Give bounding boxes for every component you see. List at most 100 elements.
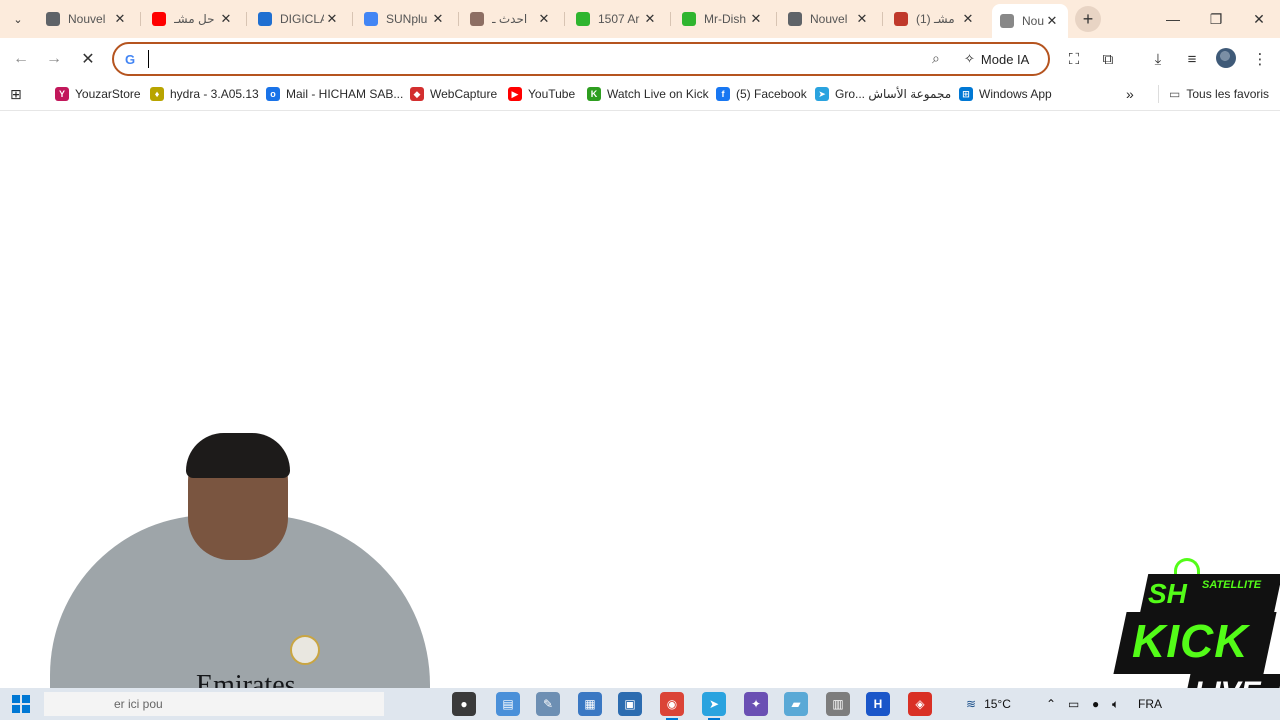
bookmark-item[interactable]: f (5) Facebook (716, 85, 807, 103)
calculator-icon[interactable]: ▦ (578, 692, 602, 716)
minimize-button[interactable]: — (1162, 8, 1184, 30)
bookmark-item[interactable]: Y YouzarStore (55, 85, 141, 103)
badge-satellite-text: SATELLITE (1202, 579, 1262, 591)
tab-close-icon[interactable]: ✕ (324, 11, 340, 27)
chevron-up-icon: ⌃ (1046, 697, 1057, 711)
restore-icon: ❐ (1209, 10, 1223, 27)
tab-close-icon[interactable]: ✕ (1044, 13, 1060, 29)
tab-close-icon[interactable]: ✕ (854, 11, 870, 27)
forward-button[interactable]: → (42, 47, 66, 71)
tab-close-icon[interactable]: ✕ (642, 11, 658, 27)
all-bookmarks-button[interactable]: ▭ Tous les favoris (1158, 85, 1269, 103)
chrome-icon (788, 12, 802, 26)
downloads-button[interactable]: ⤓ (1147, 48, 1169, 70)
media-control-button[interactable]: ≡ (1181, 48, 1203, 70)
bookmark-label: Gro... مجموعة الأساش (835, 87, 952, 101)
mode-ia-label: Mode IA (980, 51, 1030, 67)
archive-icon[interactable]: ▥ (826, 692, 850, 716)
bookmark-item[interactable]: o Mail - HICHAM SAB... (266, 85, 403, 103)
browser-tab[interactable]: (1) مشـ ✕ (886, 4, 984, 34)
youtube-icon (152, 12, 166, 26)
telegram-icon[interactable]: ➤ (702, 692, 726, 720)
back-button[interactable]: ← (9, 47, 33, 71)
chrome-icon (46, 12, 60, 26)
bookmark-item[interactable]: ◆ WebCapture (410, 85, 497, 103)
bookmark-item[interactable]: ➤ Gro... مجموعة الأساش (815, 85, 951, 103)
taskbar-search[interactable]: er ici pou (44, 692, 384, 716)
browser-tab[interactable]: SUNplu ✕ (356, 4, 454, 34)
volume-icon[interactable]: 🔈︎ (1112, 694, 1119, 714)
cookie-icon (470, 12, 484, 26)
folder-icon: ▭ (1169, 87, 1181, 101)
star-app-icon[interactable]: ✦ (744, 692, 768, 716)
profile-avatar[interactable] (1216, 48, 1236, 68)
bird-icon (894, 12, 908, 26)
tab-separator (458, 12, 459, 26)
bookmark-item[interactable]: ⊞ Windows App (959, 85, 1052, 103)
address-input[interactable] (146, 49, 906, 69)
windows-logo-part (12, 705, 20, 713)
kebab-menu-icon: ⋮ (1252, 51, 1268, 68)
browser-tab[interactable]: حل مشـ ✕ (144, 4, 242, 34)
browser-tab[interactable]: Nouvel ✕ (780, 4, 878, 34)
new-tab-button[interactable]: + (1075, 6, 1101, 32)
close-window-button[interactable]: ✕ (1248, 8, 1270, 30)
bookmark-item[interactable]: ♦ hydra - 3.A05.13 (150, 85, 259, 103)
digicla-icon (258, 12, 272, 26)
bookmark-label: YouTube (528, 87, 576, 101)
bookmark-label: YouzarStore (75, 87, 141, 101)
webcam-overlay: Emirates (20, 430, 440, 715)
extensions-button[interactable]: ⧉ (1097, 48, 1119, 70)
tab-close-icon[interactable]: ✕ (748, 11, 764, 27)
browser-tab[interactable]: Nouvel ✕ (38, 4, 136, 34)
h-app-icon[interactable]: H (866, 692, 890, 716)
badge-kick-text: KICK (1132, 615, 1249, 667)
start-button[interactable] (12, 695, 30, 713)
tab-title: حل مشـ (174, 12, 215, 26)
notes-icon[interactable]: ▰ (784, 692, 808, 716)
search-icon[interactable]: ⌕ (932, 50, 940, 67)
bookmark-label: Watch Live on Kick (607, 87, 709, 101)
arrow-left-icon: ← (13, 50, 29, 67)
tab-close-icon[interactable]: ✕ (112, 11, 128, 27)
bookmarks-overflow-button[interactable]: » (1126, 85, 1134, 103)
tray-overflow-button[interactable]: ⌃ (1046, 694, 1056, 714)
microphone-icon[interactable]: ● (1092, 694, 1099, 714)
browser-tab[interactable]: Mr-Dish ✕ (674, 4, 772, 34)
tab-close-icon[interactable]: ✕ (430, 11, 446, 27)
screenshot-extension-button[interactable]: ⛶ (1063, 48, 1085, 70)
taskbar-search-placeholder: er ici pou (114, 697, 163, 711)
address-bar[interactable]: G ⌕ ✧ Mode IA (112, 42, 1050, 76)
wind-icon: ≋ (966, 697, 977, 711)
anydesk-icon[interactable]: ◈ (908, 692, 932, 716)
browser-tab[interactable]: احدث ـ ✕ (462, 4, 560, 34)
menu-button[interactable]: ⋮ (1249, 48, 1271, 70)
tab-separator (882, 12, 883, 26)
tab-title: 1507 Ar (598, 12, 640, 26)
language-indicator[interactable]: FRA (1138, 694, 1162, 714)
restore-button[interactable]: ❐ (1205, 8, 1227, 30)
weather-widget[interactable]: ≋ 15°C (966, 694, 1011, 714)
store-icon[interactable]: ▣ (618, 692, 642, 716)
tab-search-button[interactable]: ⌄ (6, 7, 30, 31)
stop-loading-button[interactable]: ✕ (76, 47, 100, 71)
screenrec-icon[interactable]: ● (452, 692, 476, 716)
windows-icon: ⊞ (959, 87, 973, 101)
tab-close-icon[interactable]: ✕ (536, 11, 552, 27)
mode-ia-button[interactable]: ✧ Mode IA (964, 48, 1029, 70)
bookmark-item[interactable]: ▶ YouTube (508, 85, 575, 103)
tab-close-icon[interactable]: ✕ (960, 11, 976, 27)
bookmark-item[interactable]: K Watch Live on Kick (587, 85, 709, 103)
bookmarks-bar: ⊞ Y YouzarStore ♦ hydra - 3.A05.13 o Mail - H… (0, 80, 1280, 108)
browser-tab[interactable]: 1507 Ar ✕ (568, 4, 666, 34)
paint-icon[interactable]: ✎ (536, 692, 560, 716)
tab-close-icon[interactable]: ✕ (218, 11, 234, 27)
files-icon[interactable]: ▤ (496, 692, 520, 716)
sparkle-search-icon: ✧ (964, 51, 975, 66)
chrome-icon[interactable]: ◉ (660, 692, 684, 720)
browser-tab[interactable]: Nou ✕ (992, 4, 1068, 38)
loading-icon (1000, 14, 1014, 28)
apps-button[interactable]: ⊞ (10, 85, 22, 103)
network-icon[interactable]: ▭ (1068, 694, 1079, 714)
browser-tab[interactable]: DIGICLA ✕ (250, 4, 348, 34)
